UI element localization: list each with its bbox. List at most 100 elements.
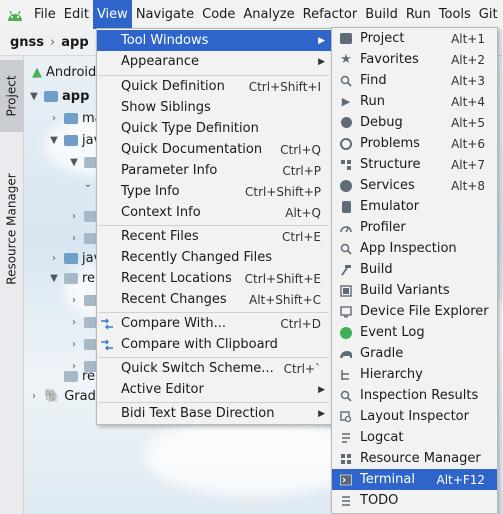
menu-item-recently-changed-files[interactable]: Recently Changed Files [97, 247, 331, 268]
tool-window-profiler[interactable]: Profiler [332, 217, 497, 238]
tool-windows-submenu: Project Alt+1 ★ Favorites Alt+2 Find Alt… [331, 27, 498, 514]
tool-window-resource-manager[interactable]: Resource Manager [332, 448, 497, 469]
tool-window-project[interactable]: Project Alt+1 [332, 28, 497, 49]
breadcrumb-item-project[interactable]: gnss [10, 35, 44, 50]
star-icon: ★ [340, 52, 352, 67]
chevron-right-icon: › [50, 34, 56, 50]
menu-item-quick-definition[interactable]: Quick Definition Ctrl+Shift+I [97, 76, 331, 97]
android-icon: ▲ [32, 64, 42, 80]
menu-item-recent-changes[interactable]: Recent Changes Alt+Shift+C [97, 289, 331, 310]
tool-window-logcat[interactable]: Logcat [332, 427, 497, 448]
menu-item-active-editor[interactable]: Active Editor ▶ [97, 379, 331, 400]
menu-tools[interactable]: Tools [435, 0, 475, 29]
menu-edit[interactable]: Edit [60, 0, 93, 29]
chevron-right-icon: › [72, 294, 76, 306]
tool-window-app-inspection[interactable]: App Inspection [332, 238, 497, 259]
android-studio-logo-icon [0, 0, 30, 29]
tree-row-res[interactable]: ▼ re [48, 268, 95, 288]
menu-item-quick-documentation[interactable]: Quick Documentation Ctrl+Q [97, 139, 331, 160]
tool-tab-project[interactable]: Project [0, 60, 24, 132]
chevron-right-icon: › [52, 252, 56, 264]
menu-item-context-info[interactable]: Context Info Alt+Q [97, 202, 331, 223]
tool-window-run[interactable]: ▶ Run Alt+4 [332, 91, 497, 112]
tool-window-layout-inspector[interactable]: Layout Inspector [332, 406, 497, 427]
menu-item-tool-windows[interactable]: Tool Windows ▶ [97, 30, 331, 51]
structure-icon [336, 154, 356, 175]
menu-item-type-info[interactable]: Type Info Ctrl+Shift+P [97, 181, 331, 202]
menu-git[interactable]: Git [475, 0, 502, 29]
play-icon: ▶ [341, 95, 351, 108]
tree-row-java[interactable]: ▼ jav [48, 130, 101, 150]
chevron-down-icon: ▼ [30, 90, 38, 102]
tree-row-java-generated[interactable]: › jav [48, 248, 101, 268]
folder-icon [64, 370, 78, 382]
tool-window-favorites[interactable]: ★ Favorites Alt+2 [332, 49, 497, 70]
menu-analyze[interactable]: Analyze [239, 0, 298, 29]
tree-row-label: re [82, 368, 96, 384]
tool-window-inspection-results[interactable]: Inspection Results [332, 385, 497, 406]
tool-window-structure[interactable]: Structure Alt+7 [332, 154, 497, 175]
menu-item-show-siblings[interactable]: Show Siblings [97, 97, 331, 118]
menu-refactor[interactable]: Refactor [299, 0, 362, 29]
menu-run[interactable]: Run [402, 0, 435, 29]
menu-item-recent-files[interactable]: Recent Files Ctrl+E [97, 226, 331, 247]
menu-item-compare-with[interactable]: Compare With... Ctrl+D [97, 313, 331, 334]
menu-item-compare-with-clipboard[interactable]: Compare with Clipboard [97, 334, 331, 355]
tool-window-emulator[interactable]: Emulator [332, 196, 497, 217]
device-icon [336, 301, 356, 322]
tool-window-terminal[interactable]: Terminal Alt+F12 [332, 469, 497, 490]
submenu-arrow-icon: ▶ [318, 56, 325, 67]
tool-tab-resource-manager-label: Resource Manager [5, 173, 20, 285]
tool-window-debug[interactable]: Debug Alt+5 [332, 112, 497, 133]
menu-file[interactable]: File [30, 0, 60, 29]
menu-item-bidi-text-base-direction[interactable]: Bidi Text Base Direction ▶ [97, 403, 331, 424]
compare-icon [97, 334, 117, 355]
tool-window-event-log[interactable]: Event Log [332, 322, 497, 343]
chevron-right-icon: › [72, 338, 76, 350]
menu-code[interactable]: Code [198, 0, 239, 29]
tree-row-subpackage[interactable]: ⌄ [82, 174, 94, 194]
folder-icon [64, 134, 78, 146]
tool-window-hierarchy[interactable]: Hierarchy [332, 364, 497, 385]
tool-window-services[interactable]: Services Alt+8 [332, 175, 497, 196]
chevron-right-icon: › [72, 210, 76, 222]
chevron-down-icon: ▼ [70, 156, 78, 168]
chevron-right-icon: › [32, 390, 36, 402]
tree-row-gradle[interactable]: › 🐘 Grad [28, 386, 96, 406]
menu-item-recent-locations[interactable]: Recent Locations Ctrl+Shift+E [97, 268, 331, 289]
tool-window-todo[interactable]: TODO [332, 490, 497, 511]
chevron-down-icon: ▼ [50, 134, 58, 146]
menu-view[interactable]: View [92, 0, 132, 29]
hammer-icon [336, 259, 356, 280]
inspection-results-icon [336, 385, 356, 406]
tree-row-res-2[interactable]: re [60, 366, 95, 386]
tool-window-build[interactable]: Build [332, 259, 497, 280]
tree-row-manifests[interactable]: › ma [48, 108, 103, 128]
menu-item-quick-switch-scheme[interactable]: Quick Switch Scheme... Ctrl+` [97, 358, 331, 379]
tree-row-android-view[interactable]: ▲ Android [32, 62, 96, 82]
tool-window-problems[interactable]: Problems Alt+6 [332, 133, 497, 154]
tool-window-find[interactable]: Find Alt+3 [332, 70, 497, 91]
chevron-down-icon: ⌄ [83, 178, 93, 190]
left-tool-strip: Project Resource Manager [0, 56, 24, 514]
menu-item-quick-type-definition[interactable]: Quick Type Definition [97, 118, 331, 139]
tree-row-label: re [82, 270, 96, 286]
menu-item-appearance[interactable]: Appearance ▶ [97, 51, 331, 72]
inspection-icon [336, 238, 356, 259]
layout-inspector-icon [336, 406, 356, 427]
tool-window-gradle[interactable]: Gradle [332, 343, 497, 364]
todo-icon [336, 490, 356, 511]
tool-window-build-variants[interactable]: Build Variants [332, 280, 497, 301]
submenu-arrow-icon: ▶ [318, 384, 325, 395]
tool-tab-resource-manager[interactable]: Resource Manager [0, 144, 24, 314]
gradle-icon [336, 343, 356, 364]
bug-icon [336, 112, 356, 133]
menu-navigate[interactable]: Navigate [132, 0, 198, 29]
menu-item-parameter-info[interactable]: Parameter Info Ctrl+P [97, 160, 331, 181]
menu-build[interactable]: Build [361, 0, 402, 29]
breadcrumb-item-module[interactable]: app [61, 35, 88, 50]
chevron-right-icon: › [72, 316, 76, 328]
build-variants-icon [336, 280, 356, 301]
tree-row-app[interactable]: ▼ app [28, 86, 89, 106]
tool-window-device-file-explorer[interactable]: Device File Explorer [332, 301, 497, 322]
